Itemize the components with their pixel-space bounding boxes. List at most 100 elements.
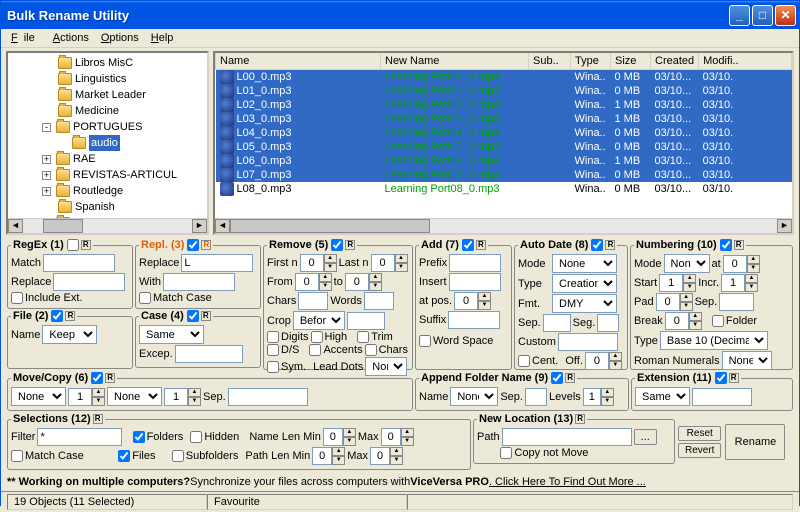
promo-link[interactable]: . Click Here To Find Out More ... [489,476,646,488]
add-wordspace[interactable] [419,335,431,347]
close-button[interactable]: ✕ [775,5,796,26]
remove-chars2[interactable] [365,344,377,356]
tree-item[interactable]: Medicine [14,103,207,119]
repl-replace[interactable] [181,254,253,272]
remove-crop-text[interactable] [347,312,385,330]
numbering-pad[interactable] [656,293,680,311]
file-row[interactable]: L00_0.mp3Learning Port00_0.mp3Wina..0 MB… [216,70,792,85]
rename-button[interactable]: Rename [725,424,785,460]
add-reset[interactable]: R [476,240,486,250]
selections-pathlen-max[interactable] [370,447,390,465]
menu-actions[interactable]: Actions [47,31,95,45]
case-excep[interactable] [175,345,243,363]
autodate-mode[interactable]: None [552,254,617,273]
regex-enable[interactable] [67,239,79,251]
remove-to[interactable] [345,273,369,291]
selections-namelen-min[interactable] [323,428,343,446]
movecopy-reset[interactable]: R [105,373,115,383]
autodate-enable[interactable] [591,239,603,251]
selections-pathlen-min[interactable] [312,447,332,465]
case-enable[interactable] [187,310,199,322]
numbering-type[interactable]: Base 10 (Decimal) [660,331,768,350]
remove-reset[interactable]: R [345,240,355,250]
folder-tree[interactable]: Libros MisCLinguisticsMarket LeaderMedic… [6,51,209,235]
selections-hidden[interactable] [190,431,202,443]
tree-item[interactable]: +Routledge [14,183,207,199]
minimize-button[interactable]: _ [729,5,750,26]
add-enable[interactable] [462,239,474,251]
autodate-seg[interactable] [597,314,619,332]
col-created[interactable]: Created [651,53,699,70]
autodate-off[interactable] [585,352,609,370]
menu-options[interactable]: Options [95,31,145,45]
movecopy-sel2[interactable]: None [107,387,162,406]
newloc-path[interactable] [502,428,632,446]
appendfolder-name[interactable]: None [450,387,498,406]
movecopy-n2[interactable] [164,388,188,406]
tree-item[interactable]: -PORTUGUES [14,119,207,135]
numbering-roman[interactable]: None [722,351,772,370]
file-row[interactable]: L06_0.mp3Learning Port06_0.mp3Wina..1 MB… [216,154,792,168]
tree-item[interactable]: Market Leader [14,87,207,103]
revert-button[interactable]: Revert [678,443,721,458]
remove-lastn[interactable] [371,254,395,272]
remove-crop-select[interactable]: Before [293,311,345,330]
selections-reset[interactable]: R [93,414,103,424]
tree-item[interactable]: +RAE [14,151,207,167]
file-list[interactable]: Name New Name Sub.. Type Size Created Mo… [213,51,794,235]
file-name-select[interactable]: Keep [42,325,97,344]
remove-from[interactable] [295,273,319,291]
numbering-reset[interactable]: R [734,240,744,250]
tree-item[interactable]: Spanish [14,199,207,215]
regex-incext[interactable] [11,292,23,304]
regex-reset[interactable]: R [81,240,91,250]
numbering-start[interactable] [659,274,683,292]
remove-digits[interactable] [267,331,279,343]
col-newname[interactable]: New Name [381,53,529,70]
remove-ds[interactable] [267,344,279,356]
file-row[interactable]: L03_0.mp3Learning Port03_0.mp3Wina..1 MB… [216,112,792,126]
numbering-at[interactable] [723,255,747,273]
case-reset[interactable]: R [201,311,211,321]
appendfolder-levels[interactable] [583,388,601,406]
repl-with[interactable] [163,273,235,291]
movecopy-sep[interactable] [228,388,308,406]
file-row[interactable]: L01_0.mp3Learning Port01_0.mp3Wina..0 MB… [216,84,792,98]
remove-sym[interactable] [267,361,279,373]
autodate-sep[interactable] [543,314,571,332]
regex-match[interactable] [43,254,115,272]
tree-item[interactable]: +REVISTAS-ARTICUL [14,167,207,183]
selections-files[interactable] [118,450,130,462]
tree-item[interactable]: Linguistics [14,71,207,87]
file-row[interactable]: L05_0.mp3Learning Port05_0.mp3Wina..0 MB… [216,140,792,154]
selections-matchcase[interactable] [11,450,23,462]
extension-enable[interactable] [715,372,727,384]
numbering-enable[interactable] [720,239,732,251]
expand-icon[interactable]: + [42,171,51,180]
autodate-cent[interactable] [518,355,530,367]
repl-enable[interactable] [187,239,199,251]
file-row[interactable]: L08_0.mp3Learning Port08_0.mp3Wina..0 MB… [216,182,792,196]
appendfolder-reset[interactable]: R [565,373,575,383]
reset-button[interactable]: Reset [678,426,721,441]
case-select[interactable]: Same [139,325,204,344]
expand-icon[interactable]: - [42,123,51,132]
file-enable[interactable] [51,310,63,322]
remove-high[interactable] [311,331,323,343]
add-prefix[interactable] [449,254,501,272]
repl-matchcase[interactable] [139,292,151,304]
file-row[interactable]: L04_0.mp3Learning Port04_0.mp3Wina..0 MB… [216,126,792,140]
appendfolder-enable[interactable] [551,372,563,384]
expand-icon[interactable]: + [42,155,51,164]
newloc-browse[interactable]: ... [634,429,657,445]
col-size[interactable]: Size [611,53,651,70]
selections-folders[interactable] [133,431,145,443]
file-row[interactable]: L07_0.mp3Learning Port07_0.mp3Wina..0 MB… [216,168,792,182]
autodate-custom[interactable] [558,333,618,351]
numbering-incr[interactable] [721,274,745,292]
movecopy-enable[interactable] [91,372,103,384]
selections-namelen-max[interactable] [381,428,401,446]
selections-filter[interactable] [37,428,122,446]
repl-reset[interactable]: R [201,240,211,250]
movecopy-sel1[interactable]: None [11,387,66,406]
